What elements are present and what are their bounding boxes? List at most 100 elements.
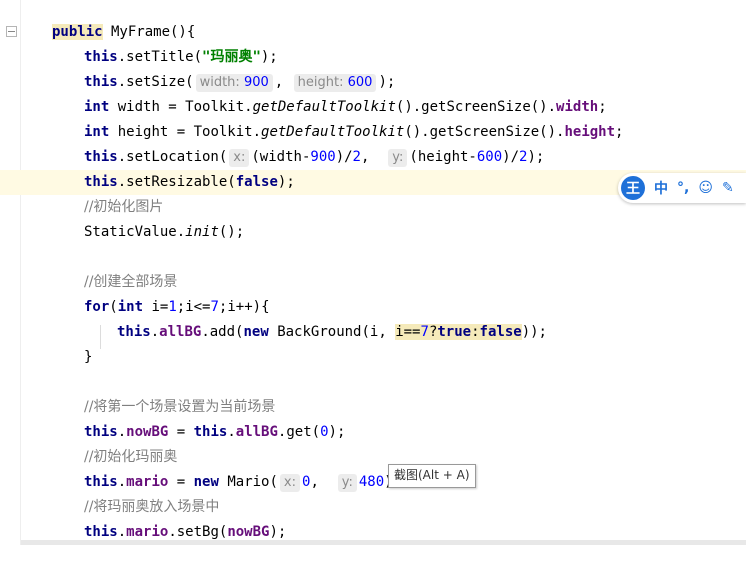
code-text: (: [109, 299, 118, 315]
screenshot-tooltip: 截图(Alt + A): [388, 464, 476, 488]
comment: //创建全部场景: [84, 274, 178, 290]
code-line[interactable]: //初始化玛丽奥: [0, 445, 746, 470]
parameter-hint: x:: [229, 149, 250, 167]
parameter-hint: height: 600: [293, 74, 377, 92]
code-line[interactable]: StaticValue.init();: [0, 220, 746, 245]
code-line[interactable]: this.setSize(width: 900, height: 600);: [0, 70, 746, 95]
code-line[interactable]: for(int i=1;i<=7;i++){: [0, 295, 746, 320]
field-name: mario: [126, 474, 169, 490]
field-name: nowBG: [227, 524, 270, 540]
number-literal: 0: [320, 424, 329, 440]
code-text: .setResizable(: [117, 174, 236, 190]
code-text: MyFrame(){: [102, 24, 196, 40]
code-line[interactable]: this.mario = new Mario(x:0, y:480);: [0, 470, 746, 495]
code-text: );: [277, 174, 295, 190]
code-text: ;: [598, 99, 607, 115]
keyword: this: [84, 424, 118, 440]
string-literal: "玛丽奥": [202, 49, 261, 65]
horizontal-scrollbar[interactable]: [21, 540, 746, 545]
keyword: int: [84, 124, 110, 140]
parameter-hint: y:: [337, 474, 357, 492]
number-literal: 900: [310, 149, 336, 165]
code-text: ().getScreenSize().: [404, 124, 565, 140]
parameter-hint-label: height:: [297, 75, 344, 90]
ime-pen-icon[interactable]: ✎: [722, 180, 734, 196]
keyword: this: [117, 324, 151, 340]
keyword: this: [84, 174, 118, 190]
code-text: height = Toolkit.: [109, 124, 262, 140]
code-text: );: [378, 74, 396, 90]
code-line[interactable]: //将玛丽奥放入场景中: [0, 495, 746, 520]
code-text: .: [117, 524, 127, 540]
code-text: width = Toolkit.: [109, 99, 253, 115]
ime-emoji-icon[interactable]: ☺: [698, 180, 713, 196]
ime-chinese-mode-button[interactable]: 中: [654, 178, 668, 198]
code-text: ();: [218, 224, 245, 240]
number-literal: 1: [168, 299, 177, 315]
code-text: .get(: [277, 424, 321, 440]
code-line[interactable]: public MyFrame(){: [0, 20, 746, 45]
ime-logo-icon[interactable]: 王: [621, 176, 645, 200]
code-text: ,: [274, 74, 284, 90]
keyword: this: [84, 74, 118, 90]
code-text: (height-: [409, 149, 477, 165]
code-text: =: [168, 474, 194, 490]
code-line[interactable]: this.nowBG = this.allBG.get(0);: [0, 420, 746, 445]
code-line[interactable]: int width = Toolkit.getDefaultToolkit().…: [0, 95, 746, 120]
comment: //初始化图片: [84, 199, 164, 215]
code-text: =: [168, 424, 194, 440]
code-text: :: [471, 324, 480, 340]
code-text: );: [260, 49, 278, 65]
code-text: StaticValue.: [84, 224, 186, 240]
code-text: ;i++){: [218, 299, 270, 315]
ime-punctuation-button[interactable]: °,: [677, 180, 689, 196]
static-method: getDefaultToolkit: [252, 99, 396, 115]
code-text: (width-: [251, 149, 311, 165]
keyword: this: [84, 524, 118, 540]
field-name: mario: [126, 524, 169, 540]
code-line[interactable]: //将第一个场景设置为当前场景: [0, 395, 746, 420]
code-line[interactable]: int height = Toolkit.getDefaultToolkit()…: [0, 120, 746, 145]
code-text: ;: [615, 124, 624, 140]
code-line[interactable]: this.setLocation(x: (width-900)/2, y: (hei…: [0, 145, 746, 170]
code-text: );: [527, 149, 545, 165]
keyword: true: [437, 324, 472, 340]
number-literal: 600: [347, 75, 373, 90]
keyword: false: [235, 174, 278, 190]
keyword: new: [193, 474, 219, 490]
number-literal: 7: [210, 299, 219, 315]
keyword: this: [84, 49, 118, 65]
parameter-hint: y:: [388, 149, 408, 167]
number-literal: 900: [243, 75, 269, 90]
parameter-hint: width: 900: [195, 74, 273, 92]
code-text: .: [117, 474, 127, 490]
code-text: );: [269, 524, 287, 540]
field-name: width: [556, 99, 599, 115]
comment: //将玛丽奥放入场景中: [84, 499, 220, 515]
number-literal: 7: [420, 324, 429, 340]
ime-toolbar[interactable]: 王 中 °, ☺ ✎: [618, 173, 746, 203]
keyword: new: [243, 324, 269, 340]
code-line[interactable]: this.setTitle("玛丽奥");: [0, 45, 746, 70]
code-text: );: [328, 424, 346, 440]
static-method: getDefaultToolkit: [261, 124, 405, 140]
code-text: Mario(: [218, 474, 278, 490]
code-text: .setBg(: [168, 524, 228, 540]
code-text: ,: [360, 149, 370, 165]
code-line[interactable]: }: [0, 345, 746, 370]
code-text: BackGround(i,: [268, 324, 396, 340]
number-literal: 600: [476, 149, 503, 165]
code-text: .add(: [201, 324, 244, 340]
field-name: nowBG: [126, 424, 169, 440]
code-text: .: [117, 424, 127, 440]
code-text: .setTitle(: [117, 49, 203, 65]
code-line[interactable]: this.allBG.add(new BackGround(i, i==7?tr…: [0, 320, 746, 345]
code-text: )/: [502, 149, 520, 165]
static-method: init: [185, 224, 219, 240]
comment: //初始化玛丽奥: [84, 449, 178, 465]
code-text: ;i<=: [176, 299, 211, 315]
keyword: public: [52, 24, 103, 40]
keyword: this: [193, 424, 228, 440]
parameter-hint: x:: [279, 474, 300, 492]
code-line[interactable]: //创建全部场景: [0, 270, 746, 295]
